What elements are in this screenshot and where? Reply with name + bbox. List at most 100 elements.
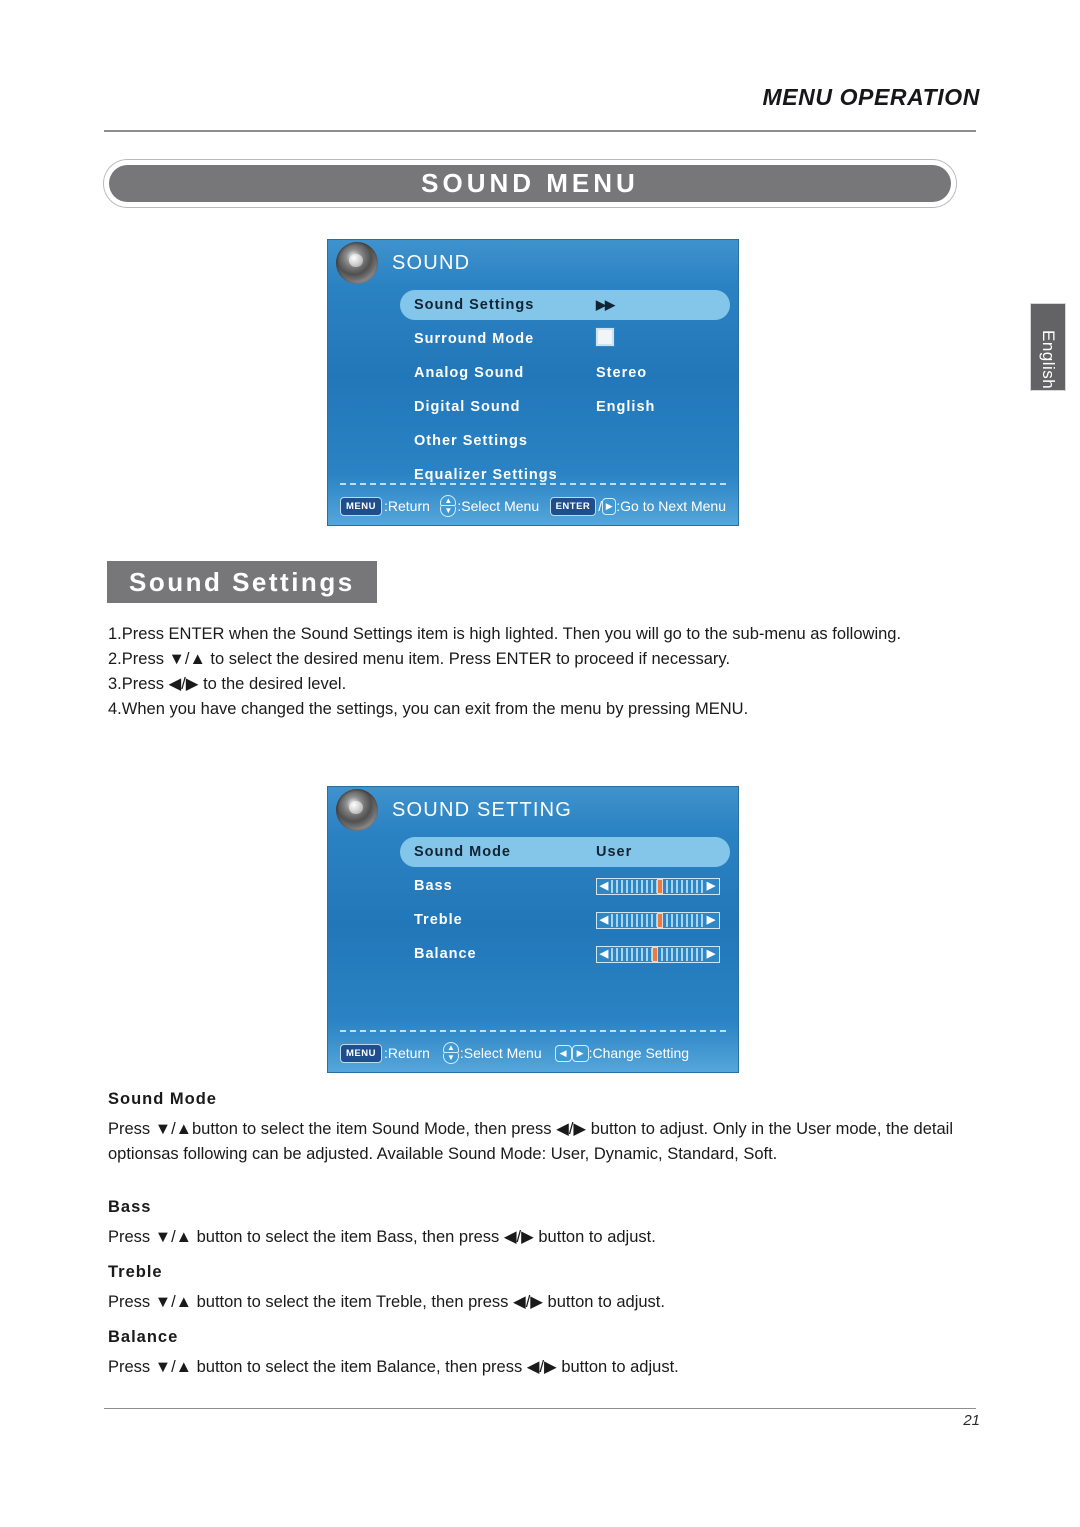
section-heading: Bass <box>108 1198 152 1216</box>
treble-slider[interactable]: ◀ ▶ <box>596 911 720 929</box>
speaker-icon <box>336 789 378 831</box>
osd-row-value: Stereo <box>596 365 648 381</box>
checkbox-unchecked-icon[interactable] <box>595 327 615 347</box>
osd-row-label: Sound Mode <box>414 844 511 860</box>
section-title-bar: Sound Settings <box>107 561 377 603</box>
hint-go-next-menu-label: :Go to Next Menu <box>616 498 726 514</box>
left-arrow-icon: ◀ <box>599 879 610 892</box>
osd-sound-setting-hints: MENU :Return ▲ ▼ :Select Menu ◀ ▶ :Change… <box>340 1042 726 1064</box>
right-arrow-icon: ▶ <box>706 879 717 892</box>
hint-return-label: :Return <box>383 1045 430 1061</box>
osd-sound-header: SOUND <box>328 240 738 286</box>
section-heading: Treble <box>108 1263 163 1281</box>
step-text: Press ▼/▲ to select the desired menu ite… <box>121 650 731 668</box>
hint-select-menu-label: :Select Menu <box>459 1045 542 1061</box>
step-number: 1. <box>108 625 122 643</box>
osd-sound-setting-header: SOUND SETTING <box>328 787 738 833</box>
header-divider <box>104 130 976 132</box>
osd-sound-hints: MENU :Return ▲ ▼ :Select Menu ENTER / ▶ :… <box>340 495 726 517</box>
osd-row-bass[interactable]: Bass ◀ ▶ <box>400 871 730 901</box>
section-body: Press ▼/▲ button to select the item Bala… <box>108 1358 679 1376</box>
section-sound-mode: Sound Mode Press ▼/▲button to select the… <box>108 1090 980 1167</box>
step-number: 3. <box>108 675 122 693</box>
section-heading: Sound Mode <box>108 1090 217 1108</box>
right-arrow-icon: ▶ <box>706 913 717 926</box>
osd-row-treble[interactable]: Treble ◀ ▶ <box>400 905 730 935</box>
up-down-arrows-icon: ▲ ▼ <box>442 1042 459 1064</box>
osd-row-other-settings[interactable]: Other Settings <box>400 426 730 456</box>
osd-row-digital-sound[interactable]: Digital Sound English <box>400 392 730 422</box>
osd-row-analog-sound[interactable]: Analog Sound Stereo <box>400 358 730 388</box>
osd-footer-divider <box>340 1030 726 1032</box>
sound-menu-banner-label: SOUND MENU <box>109 165 951 202</box>
slider-track <box>611 878 705 894</box>
section-title-label: Sound Settings <box>129 566 355 597</box>
osd-sound-setting-panel: SOUND SETTING Sound Mode User Bass ◀ ▶ T… <box>327 786 739 1073</box>
page-title: MENU OPERATION <box>762 84 980 110</box>
osd-sound-footer: MENU :Return ▲ ▼ :Select Menu ENTER / ▶ :… <box>340 483 726 517</box>
step-item: 4. When you have changed the settings, y… <box>108 697 974 722</box>
osd-row-value <box>595 327 716 350</box>
menu-key-icon: MENU <box>340 1043 382 1063</box>
balance-slider[interactable]: ◀ ▶ <box>596 945 720 963</box>
osd-row-value: English <box>596 399 656 415</box>
section-bass: Bass Press ▼/▲ button to select the item… <box>108 1198 980 1250</box>
footer-divider <box>104 1408 976 1409</box>
osd-row-label: Equalizer Settings <box>414 467 558 483</box>
step-text: When you have changed the settings, you … <box>121 700 749 718</box>
hint-select-menu-label: :Select Menu <box>457 498 540 514</box>
right-arrow-key-icon: ▶ <box>602 497 617 515</box>
osd-row-surround-mode[interactable]: Surround Mode <box>400 324 730 354</box>
step-number: 4. <box>108 700 122 718</box>
step-item: 2. Press ▼/▲ to select the desired menu … <box>108 647 974 672</box>
slider-marker[interactable] <box>656 878 663 894</box>
section-body: Press ▼/▲button to select the item Sound… <box>108 1120 953 1163</box>
osd-row-sound-settings[interactable]: Sound Settings ▶▶ <box>400 290 730 320</box>
osd-row-label: Balance <box>414 946 477 962</box>
osd-row-label: Treble <box>414 912 463 928</box>
section-heading: Balance <box>108 1328 179 1346</box>
up-down-arrows-icon: ▲ ▼ <box>440 495 457 517</box>
page-number-label: 21 <box>963 1412 980 1429</box>
section-treble: Treble Press ▼/▲ button to select the it… <box>108 1263 980 1315</box>
osd-row-label: Digital Sound <box>414 399 521 415</box>
osd-sound-title: SOUND <box>392 251 471 274</box>
right-arrow-icon: ▶ <box>706 947 717 960</box>
language-side-tab-label: English <box>1039 330 1058 390</box>
osd-row-label: Surround Mode <box>414 331 535 347</box>
step-number: 2. <box>108 650 122 668</box>
section-body: Press ▼/▲ button to select the item Bass… <box>108 1228 656 1246</box>
left-arrow-icon: ◀ <box>599 947 610 960</box>
sound-menu-banner: SOUND MENU <box>104 160 956 207</box>
step-text: Press ENTER when the Sound Settings item… <box>121 625 902 643</box>
slider-track <box>611 912 705 928</box>
osd-row-value: User <box>596 844 633 860</box>
osd-sound-panel: SOUND Sound Settings ▶▶ Surround Mode An… <box>327 239 739 526</box>
left-arrow-icon: ◀ <box>599 913 610 926</box>
slider-track <box>611 946 705 962</box>
osd-row-label: Sound Settings <box>414 297 535 313</box>
osd-sound-setting-footer: MENU :Return ▲ ▼ :Select Menu ◀ ▶ :Change… <box>340 1030 726 1064</box>
double-right-arrow-icon: ▶▶ <box>596 297 615 312</box>
step-text: Press ◀/▶ to the desired level. <box>121 675 347 693</box>
osd-row-label: Other Settings <box>414 433 528 449</box>
speaker-icon <box>336 242 378 284</box>
section-body: Press ▼/▲ button to select the item Treb… <box>108 1293 665 1311</box>
osd-row-label: Bass <box>414 878 453 894</box>
step-item: 3. Press ◀/▶ to the desired level. <box>108 672 974 697</box>
page-number: 21 <box>0 1412 1080 1429</box>
page-header: MENU OPERATION <box>0 84 1080 111</box>
slider-marker[interactable] <box>656 912 663 928</box>
osd-sound-setting-title: SOUND SETTING <box>392 798 573 821</box>
left-arrow-key-icon: ◀ <box>554 1044 572 1062</box>
hint-return-label: :Return <box>383 498 430 514</box>
osd-footer-divider <box>340 483 726 485</box>
osd-row-label: Analog Sound <box>414 365 525 381</box>
osd-row-sound-mode[interactable]: Sound Mode User <box>400 837 730 867</box>
step-item: 1. Press ENTER when the Sound Settings i… <box>108 622 974 647</box>
osd-row-balance[interactable]: Balance ◀ ▶ <box>400 939 730 969</box>
bass-slider[interactable]: ◀ ▶ <box>596 877 720 895</box>
menu-key-icon: MENU <box>340 496 382 516</box>
slider-marker[interactable] <box>652 946 659 962</box>
osd-sound-setting-rows: Sound Mode User Bass ◀ ▶ Treble ◀ ▶ Bala… <box>400 837 730 973</box>
